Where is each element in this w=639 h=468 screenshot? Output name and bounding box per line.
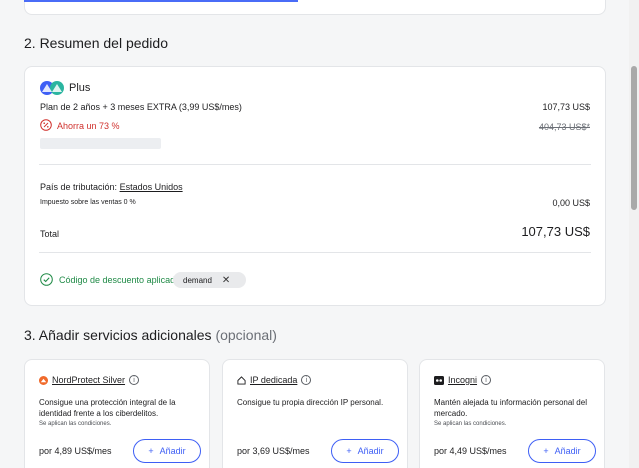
plan-name: Plus	[69, 82, 91, 94]
tax-country-link[interactable]: Estados Unidos	[120, 182, 183, 192]
additional-services-heading: 3. Añadir servicios adicionales (opciona…	[24, 327, 277, 343]
additional-services-title: 3. Añadir servicios adicionales	[24, 327, 212, 343]
service-price: por 3,69 US$/mes	[237, 446, 310, 456]
divider	[39, 164, 591, 165]
discount-applied-label: Código de descuento aplicado:	[59, 275, 183, 285]
plan-description: Plan de 2 años + 3 meses EXTRA (3,99 US$…	[40, 102, 242, 112]
sales-tax-value: 0,00 US$	[552, 198, 590, 208]
tax-country-row: País de tributación: Estados Unidos	[40, 182, 183, 192]
service-price: por 4,49 US$/mes	[434, 446, 507, 456]
plus-icon: +	[148, 446, 154, 456]
service-description: Mantén alejada tu información personal d…	[434, 398, 587, 418]
service-conditions: Se aplican las condiciones.	[39, 421, 112, 427]
service-card-dedicated-ip: IP dedicada i Consigue tu propia direcci…	[222, 359, 408, 468]
close-icon[interactable]: ✕	[222, 275, 230, 286]
progress-indicator	[24, 0, 298, 2]
order-summary-heading: 2. Resumen del pedido	[24, 35, 168, 51]
total-value: 107,73 US$	[521, 224, 590, 239]
discount-percent-icon	[40, 119, 52, 131]
discount-code-chip: demand ✕	[173, 272, 246, 288]
previous-section-card	[24, 0, 606, 15]
service-card-nordprotect: NordProtect Silver i Consigue una protec…	[24, 359, 210, 468]
saving-text: Ahorra un 73 %	[57, 121, 120, 131]
add-nordprotect-button[interactable]: + Añadir	[133, 439, 201, 463]
scrollbar[interactable]	[629, 0, 639, 468]
optional-label: (opcional)	[215, 327, 277, 343]
service-price: por 4,89 US$/mes	[39, 446, 112, 456]
total-label: Total	[40, 229, 60, 239]
service-card-incogni: Incogni i Mantén alejada tu información …	[419, 359, 605, 468]
service-name[interactable]: NordProtect Silver	[52, 375, 125, 385]
loading-placeholder	[40, 138, 161, 149]
add-dedicated-ip-button[interactable]: + Añadir	[331, 439, 399, 463]
home-icon	[237, 375, 246, 385]
add-button-label: Añadir	[357, 446, 384, 456]
add-button-label: Añadir	[159, 446, 186, 456]
add-button-label: Añadir	[554, 446, 581, 456]
info-icon[interactable]: i	[301, 375, 312, 385]
tax-country-label: País de tributación:	[40, 182, 118, 192]
service-description: Consigue tu propia dirección IP personal…	[237, 398, 384, 407]
add-incogni-button[interactable]: + Añadir	[528, 439, 596, 463]
order-summary-card: Plus Plan de 2 años + 3 meses EXTRA (3,9…	[24, 66, 606, 306]
service-name[interactable]: Incogni	[448, 375, 477, 385]
incogni-icon	[434, 375, 444, 385]
divider	[39, 252, 591, 253]
original-price: 404,73 US$*	[538, 122, 590, 132]
info-icon[interactable]: i	[481, 375, 492, 385]
info-icon[interactable]: i	[129, 375, 140, 385]
discount-code: demand	[183, 275, 212, 285]
plan-price: 107,73 US$	[542, 102, 590, 112]
nordprotect-icon	[39, 375, 48, 385]
scrollbar-thumb[interactable]	[631, 66, 637, 210]
check-circle-icon	[40, 273, 53, 286]
plus-icon: +	[543, 446, 549, 456]
sales-tax-label: Impuesto sobre las ventas 0 %	[40, 199, 136, 206]
nordvpn-logo-icon	[40, 81, 64, 95]
service-name[interactable]: IP dedicada	[250, 375, 297, 385]
service-conditions: Se aplican las condiciones.	[434, 421, 507, 427]
service-description: Consigue una protección integral de la i…	[39, 398, 176, 418]
plus-icon: +	[346, 446, 352, 456]
